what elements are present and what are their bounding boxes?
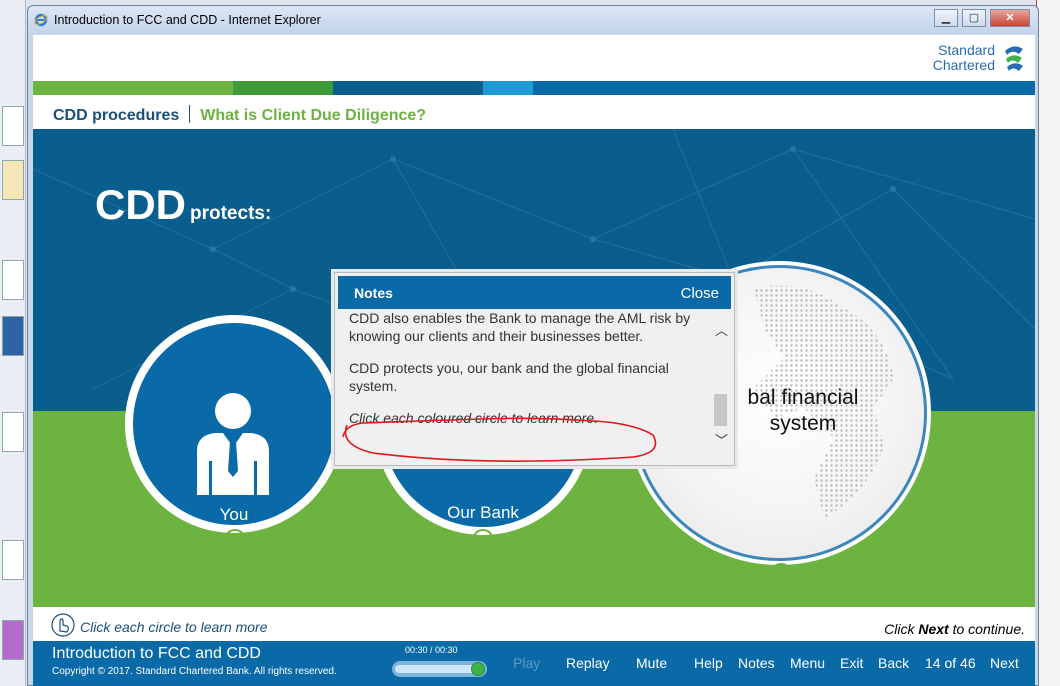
title-bar[interactable]: Introduction to FCC and CDD - Internet E… xyxy=(28,6,1038,34)
minimize-button[interactable]: ▁ xyxy=(934,9,958,27)
course-title: Introduction to FCC and CDD xyxy=(52,645,261,662)
scroll-down-icon[interactable]: ﹀ xyxy=(715,434,728,447)
page-counter: 14 of 46 xyxy=(925,655,976,671)
time-readout: 00:30 / 00:30 xyxy=(405,645,458,655)
breadcrumb-page-title: What is Client Due Diligence? xyxy=(200,107,427,124)
circle-global-label-line-1: bal financial xyxy=(747,386,859,409)
circle-you-label: You xyxy=(219,505,249,524)
hint-next-word: Next xyxy=(918,621,949,637)
completed-check-icon xyxy=(472,529,494,551)
close-window-button[interactable]: ✕ xyxy=(990,9,1030,27)
notes-paragraph: CDD protects you, our bank and the globa… xyxy=(349,360,669,394)
notes-popup: Notes Close CDD also enables the Bank to… xyxy=(334,272,735,466)
businessman-icon xyxy=(197,393,269,495)
mute-button[interactable]: Mute xyxy=(636,655,667,671)
notes-button[interactable]: Notes xyxy=(738,655,775,671)
maximize-button[interactable]: ▢ xyxy=(962,9,986,27)
circle-global-label: bal financial system xyxy=(723,385,883,437)
notes-close-button[interactable]: Close xyxy=(681,285,719,302)
standard-chartered-logo-icon xyxy=(1005,46,1023,71)
stage-heading-sub: protects: xyxy=(190,203,272,224)
background-app-edge xyxy=(1036,0,1060,686)
slide-thumbnail xyxy=(2,620,24,660)
hand-pointer-icon xyxy=(51,613,75,637)
notes-content: CDD also enables the Bank to manage the … xyxy=(349,309,709,441)
course-player: Standard Chartered CDD procedures What is… xyxy=(33,35,1035,686)
slide-thumbnail xyxy=(2,316,24,356)
menu-button[interactable]: Menu xyxy=(790,655,825,671)
progress-fill xyxy=(395,665,478,673)
audio-progress-slider[interactable] xyxy=(392,661,487,677)
slide-thumbnail xyxy=(2,160,24,200)
stage-heading-main: CDD xyxy=(95,181,186,228)
player-footer: Introduction to FCC and CDD Copyright © … xyxy=(33,641,1035,686)
help-button[interactable]: Help xyxy=(694,655,723,671)
notes-header: Notes Close xyxy=(338,276,731,309)
circle-our-bank-label: Our Bank xyxy=(447,503,519,522)
ie-window: Introduction to FCC and CDD - Internet E… xyxy=(27,5,1039,686)
replay-button[interactable]: Replay xyxy=(566,655,610,671)
brand-line-1: Standard xyxy=(938,42,995,58)
progress-knob[interactable] xyxy=(471,662,485,676)
internet-explorer-icon xyxy=(34,13,48,27)
breadcrumb-section: CDD procedures xyxy=(53,107,180,124)
play-button[interactable]: Play xyxy=(513,655,540,671)
hint-bar: Click each circle to learn more Click Ne… xyxy=(33,607,1035,641)
notes-paragraph: CDD also enables the Bank to manage the … xyxy=(349,310,691,344)
completed-check-icon xyxy=(224,529,246,551)
window-title: Introduction to FCC and CDD - Internet E… xyxy=(54,13,321,27)
completed-check-icon xyxy=(770,563,792,585)
circle-global-label-line-2: system xyxy=(769,412,837,435)
slide-thumbnail xyxy=(2,260,24,300)
hint-suffix: to continue. xyxy=(948,621,1025,637)
exit-button[interactable]: Exit xyxy=(840,655,863,671)
stage-heading: CDD protects: xyxy=(95,181,271,229)
next-button[interactable]: Next xyxy=(990,655,1019,671)
slide-thumbnail xyxy=(2,412,24,452)
breadcrumb-divider xyxy=(189,105,191,123)
hint-prefix: Click xyxy=(884,621,919,637)
brand-logo-text: Standard Chartered xyxy=(933,43,995,73)
background-app-panel xyxy=(0,0,26,686)
hint-click-next: Click Next to continue. xyxy=(884,621,1025,637)
notes-title: Notes xyxy=(354,285,393,301)
notes-instruction: Click each coloured circle to learn more… xyxy=(349,410,598,426)
hint-click-circle: Click each circle to learn more xyxy=(80,619,268,635)
breadcrumb: CDD procedures What is Client Due Diligen… xyxy=(53,105,426,125)
slide-thumbnail xyxy=(2,106,24,146)
slide-thumbnail xyxy=(2,540,24,580)
back-button[interactable]: Back xyxy=(878,655,909,671)
header-color-bar xyxy=(33,81,1035,95)
notes-scrollbar-thumb[interactable] xyxy=(714,394,727,426)
brand-line-2: Chartered xyxy=(932,57,995,73)
scroll-up-icon[interactable]: ︿ xyxy=(715,324,728,337)
copyright-text: Copyright © 2017. Standard Chartered Ban… xyxy=(52,666,337,677)
